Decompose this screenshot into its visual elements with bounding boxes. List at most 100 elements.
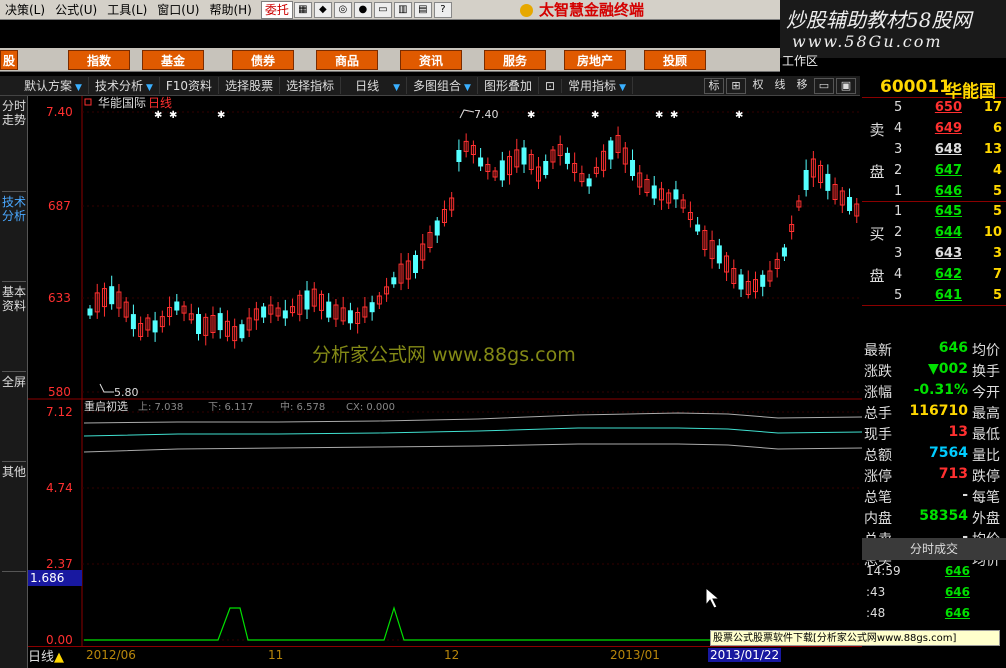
tb-f10[interactable]: F10资料 — [160, 77, 220, 94]
tb-default-scheme[interactable]: 默认方案 ▼ — [0, 77, 89, 94]
info-mine-icon[interactable]: ✱ — [169, 110, 177, 121]
info-mine-icon[interactable]: ✱ — [670, 110, 678, 121]
tb-default-scheme-label: 默认方案 — [24, 79, 73, 93]
info-mine-icon[interactable]: ✱ — [735, 110, 743, 121]
footer-ad[interactable]: 股票公式股票软件下载[分析家公式网www.88gs.com] — [710, 630, 1000, 646]
watermark-line1: 炒股辅助教材58股网 — [786, 8, 972, 32]
menu-window[interactable]: 窗口(U) — [152, 0, 204, 20]
volume: 5 — [992, 288, 1002, 303]
kchart-period: 日线 — [148, 96, 172, 110]
tb-mark-button[interactable]: 标 — [704, 77, 724, 94]
trade-row[interactable]: :48 646 — [862, 606, 1006, 627]
sector-bond[interactable]: 债券 — [232, 49, 294, 70]
info-mine-icon[interactable]: ✱ — [591, 110, 599, 121]
info-mine-icon[interactable]: ✱ — [527, 110, 535, 121]
buy-row[interactable]: 2 644 10 — [890, 225, 1004, 246]
sector-service[interactable]: 服务 — [484, 49, 546, 70]
sell-row[interactable]: 2 647 4 — [890, 163, 1004, 184]
tab-technical[interactable]: 技术分析 — [2, 192, 26, 282]
candle — [760, 274, 766, 287]
tb-common-indicator[interactable]: 常用指标 ▼ — [562, 77, 633, 94]
tb-select-stock[interactable]: 选择股票 — [219, 77, 281, 94]
buy-book: 买 盘 1 645 52 644 10 3 643 34 642 75 641 5 — [862, 202, 1006, 306]
level: 1 — [894, 184, 903, 199]
price: 644 — [934, 225, 962, 240]
kchart-ylabel-3: 633 — [48, 291, 71, 305]
sell-row[interactable]: 4 649 6 — [890, 121, 1004, 142]
tb-grid-icon[interactable]: ⊞ — [726, 77, 746, 94]
sector-realestate[interactable]: 房地产 — [564, 49, 626, 70]
info-mine-icon[interactable]: ✱ — [655, 110, 663, 121]
tb-select-indicator[interactable]: 选择指标 — [280, 77, 342, 94]
dropdown-arrow-icon: ▼ — [145, 83, 153, 93]
tb-lock-icon[interactable]: ⊡ — [539, 78, 563, 93]
toolbar-icon-5[interactable]: ▭ — [373, 1, 392, 18]
level: 4 — [894, 267, 903, 282]
level: 5 — [894, 288, 903, 303]
trade-row[interactable]: :43 646 — [862, 585, 1006, 606]
trades-header[interactable]: 分时成交 — [862, 538, 1006, 560]
sector-commodity[interactable]: 商品 — [316, 49, 378, 70]
sector-fund[interactable]: 基金 — [142, 49, 204, 70]
tb-right-button[interactable]: 权 — [748, 78, 768, 94]
kchart-ylabel-bottom: 580 — [48, 385, 71, 399]
tab-other[interactable]: 其他 — [2, 462, 26, 572]
sector-news[interactable]: 资讯 — [400, 49, 462, 70]
toolbar-icon-6[interactable]: ▥ — [393, 1, 412, 18]
stock-code: 600011 — [880, 77, 951, 97]
candle — [152, 320, 158, 333]
tb-multi-chart[interactable]: 多图组合 ▼ — [407, 77, 478, 94]
tb-tech-analysis[interactable]: 技术分析 ▼ — [89, 77, 160, 94]
tb-move-button[interactable]: 移 — [792, 78, 812, 94]
workarea-label[interactable]: 工作区 — [782, 52, 818, 69]
indicator-chart[interactable]: 7.12 4.74 2.37 0.00 1.686 重启初选 上: 7.038 … — [28, 400, 862, 646]
buy-row[interactable]: 5 641 5 — [890, 288, 1004, 309]
help-cursor-icon[interactable]: ? — [433, 1, 452, 18]
trade-price: 646 — [944, 606, 970, 620]
toolbar-icon-4[interactable]: ● — [353, 1, 372, 18]
buy-row[interactable]: 1 645 5 — [890, 204, 1004, 225]
buy-row[interactable]: 3 643 3 — [890, 246, 1004, 267]
volume: 7 — [992, 267, 1002, 282]
menu-decision[interactable]: 决策(L) — [0, 0, 50, 20]
sell-row[interactable]: 3 648 13 — [890, 142, 1004, 163]
tab-fullscreen[interactable]: 全屏 — [2, 372, 26, 462]
level: 2 — [894, 163, 903, 178]
tb-daily[interactable]: 日线 ▼ — [341, 77, 408, 94]
quote-label-2: 跌停 — [972, 469, 1000, 485]
period-selector-label: 日线 — [28, 650, 55, 665]
toolbar-icon-3[interactable]: ◎ — [333, 1, 352, 18]
menu-formula[interactable]: 公式(U) — [50, 0, 102, 20]
toolbar-icon-2[interactable]: ◆ — [313, 1, 332, 18]
info-mine-icon[interactable]: ✱ — [154, 110, 162, 121]
sector-advisor[interactable]: 投顾 — [644, 49, 706, 70]
tab-fundamental[interactable]: 基本资料 — [2, 282, 26, 372]
quote-value: 7564 — [929, 445, 968, 461]
candle — [803, 170, 809, 190]
candle — [130, 314, 136, 330]
buy-row[interactable]: 4 642 7 — [890, 267, 1004, 288]
info-mine-icon[interactable]: ✱ — [217, 110, 225, 121]
quote-row: 涨幅 -0.31% 今开 — [862, 382, 1006, 403]
quote-label: 现手 — [864, 427, 892, 443]
candle — [347, 310, 353, 324]
tab-intraday[interactable]: 分时走势 — [2, 96, 26, 192]
buy-label-2: 盘 — [869, 267, 885, 285]
tb-fullscreen-icon[interactable]: ▣ — [836, 77, 856, 94]
trade-row[interactable]: 14:59 646 — [862, 564, 1006, 585]
dropdown-arrow-icon: ▼ — [619, 83, 626, 93]
sector-index[interactable]: 指数 — [68, 49, 130, 70]
toolbar-icon-7[interactable]: ▤ — [413, 1, 432, 18]
tb-line-button[interactable]: 线 — [770, 78, 790, 94]
candle — [282, 310, 288, 319]
entrust-button[interactable]: 委托 — [260, 0, 293, 19]
tb-overlay[interactable]: 图形叠加 — [478, 77, 539, 94]
period-selector[interactable]: 日线▲ — [28, 646, 64, 665]
tb-window-icon[interactable]: ▭ — [814, 77, 834, 94]
sell-row[interactable]: 5 650 17 — [890, 100, 1004, 121]
candle — [543, 161, 549, 175]
menu-tools[interactable]: 工具(L) — [102, 0, 152, 20]
menu-help[interactable]: 帮助(H) — [204, 0, 256, 20]
toolbar-icon-1[interactable]: ▦ — [293, 1, 312, 18]
sector-stock[interactable]: 股 — [0, 49, 18, 70]
